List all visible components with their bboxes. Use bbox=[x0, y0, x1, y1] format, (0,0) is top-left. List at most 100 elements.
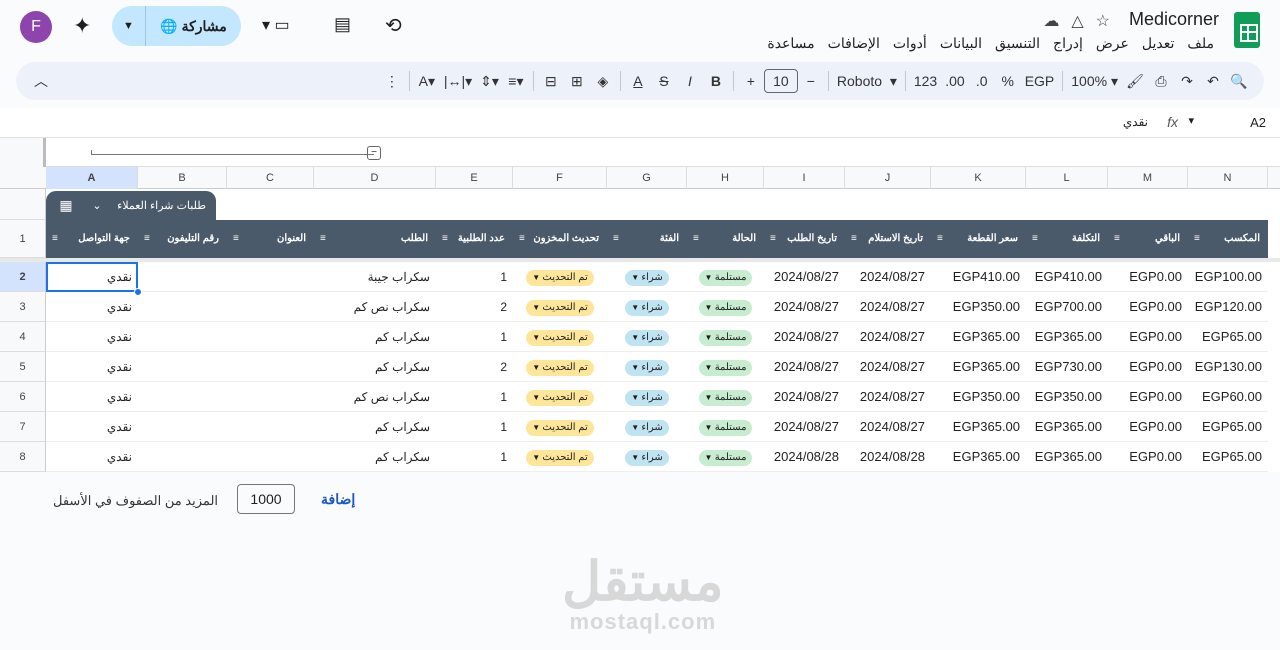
table-cell[interactable] bbox=[138, 292, 227, 322]
table-cell[interactable]: EGP365.00 bbox=[931, 322, 1026, 352]
chip-dropdown-icon[interactable]: ▼ bbox=[631, 303, 641, 312]
chip-dropdown-icon[interactable]: ▼ bbox=[631, 393, 641, 402]
font-size-decrease-icon[interactable]: − bbox=[798, 67, 824, 95]
name-box-dropdown-icon[interactable]: ▾ bbox=[1188, 114, 1194, 127]
doc-title[interactable]: Medicorner bbox=[1129, 9, 1219, 30]
table-cell[interactable]: سكراب جيبة bbox=[314, 262, 436, 292]
table-cell[interactable]: ▼ شراء bbox=[607, 292, 687, 322]
filter-icon[interactable]: ≡ bbox=[937, 233, 943, 245]
filter-icon[interactable]: ≡ bbox=[613, 233, 619, 245]
table-cell[interactable]: ▼ تم التحديث bbox=[513, 292, 607, 322]
table-cell[interactable]: 2024/08/27 bbox=[845, 352, 931, 382]
filter-icon[interactable]: ≡ bbox=[851, 233, 857, 245]
table-cell[interactable]: ▼ مستلمة bbox=[687, 322, 764, 352]
number-format-button[interactable]: 123 bbox=[910, 67, 941, 95]
table-cell[interactable]: سكراب كم bbox=[314, 412, 436, 442]
table-cell[interactable]: 2024/08/27 bbox=[764, 292, 845, 322]
table-cell[interactable]: نقدي bbox=[46, 292, 138, 322]
table-cell[interactable]: ▼ تم التحديث bbox=[513, 262, 607, 292]
table-cell[interactable]: 2024/08/27 bbox=[845, 382, 931, 412]
text-rotation-icon[interactable]: A▾ bbox=[414, 67, 440, 95]
table-cell[interactable]: ▼ شراء bbox=[607, 382, 687, 412]
table-cell[interactable]: 1 bbox=[436, 262, 513, 292]
table-cell[interactable]: ▼ مستلمة bbox=[687, 352, 764, 382]
table-cell[interactable]: ▼ تم التحديث bbox=[513, 412, 607, 442]
chip-dropdown-icon[interactable]: ▼ bbox=[631, 453, 641, 462]
table-cell[interactable]: 1 bbox=[436, 442, 513, 472]
chip-dropdown-icon[interactable]: ▼ bbox=[705, 333, 715, 342]
share-dropdown-icon[interactable]: ▼ bbox=[112, 6, 146, 46]
chip-dropdown-icon[interactable]: ▼ bbox=[631, 423, 641, 432]
table-header-cell[interactable]: ≡ تاريخ الاستلام bbox=[845, 220, 931, 258]
table-cell[interactable]: EGP65.00 bbox=[1188, 442, 1268, 472]
table-cell[interactable]: سكراب كم bbox=[314, 352, 436, 382]
percent-button[interactable]: % bbox=[995, 67, 1021, 95]
table-cell[interactable]: EGP60.00 bbox=[1188, 382, 1268, 412]
category-chip[interactable]: ▼ شراء bbox=[625, 449, 669, 466]
filter-icon[interactable]: ≡ bbox=[52, 233, 58, 245]
star-icon[interactable]: ☆ bbox=[1096, 11, 1110, 31]
category-chip[interactable]: ▼ شراء bbox=[625, 299, 669, 316]
status-chip-received[interactable]: ▼ مستلمة bbox=[698, 359, 753, 376]
table-cell[interactable]: EGP350.00 bbox=[931, 382, 1026, 412]
italic-icon[interactable]: I bbox=[677, 67, 703, 95]
chip-dropdown-icon[interactable]: ▼ bbox=[705, 363, 715, 372]
menu-item[interactable]: أدوات bbox=[893, 35, 927, 52]
status-chip-received[interactable]: ▼ مستلمة bbox=[698, 389, 753, 406]
table-cell[interactable]: EGP410.00 bbox=[1026, 262, 1108, 292]
font-size-input[interactable]: 10 bbox=[763, 69, 798, 93]
column-header-b[interactable]: B bbox=[138, 167, 227, 189]
row-header[interactable]: 8 bbox=[0, 442, 46, 472]
table-cell[interactable]: ▼ تم التحديث bbox=[513, 442, 607, 472]
share-button[interactable]: ▼ 🌐 مشاركة bbox=[112, 6, 241, 46]
chip-dropdown-icon[interactable]: ▼ bbox=[532, 333, 542, 342]
filter-icon[interactable]: ≡ bbox=[770, 233, 776, 245]
table-cell[interactable]: ▼ تم التحديث bbox=[513, 322, 607, 352]
chip-dropdown-icon[interactable]: ▼ bbox=[705, 423, 715, 432]
table-cell[interactable]: نقدي bbox=[46, 442, 138, 472]
menu-item[interactable]: عرض bbox=[1096, 35, 1129, 52]
table-cell[interactable] bbox=[138, 322, 227, 352]
table-header-cell[interactable]: ≡ جهة التواصل bbox=[46, 220, 138, 258]
meet-icon[interactable]: ▾ ▭ bbox=[262, 15, 290, 35]
filter-icon[interactable]: ≡ bbox=[1114, 233, 1120, 245]
filter-icon[interactable]: ≡ bbox=[442, 233, 448, 245]
print-icon[interactable]: ⎙ bbox=[1148, 67, 1174, 95]
table-cell[interactable]: 1 bbox=[436, 382, 513, 412]
table-header-cell[interactable]: ≡ المكسب bbox=[1188, 220, 1268, 258]
column-header-e[interactable]: E bbox=[436, 167, 513, 189]
add-rows-button[interactable]: إضافة bbox=[321, 491, 355, 508]
table-cell[interactable]: EGP365.00 bbox=[931, 352, 1026, 382]
table-cell[interactable]: ▼ شراء bbox=[607, 322, 687, 352]
table-cell[interactable]: EGP0.00 bbox=[1108, 412, 1188, 442]
menu-item[interactable]: الإضافات bbox=[828, 35, 880, 52]
table-cell[interactable]: ▼ مستلمة bbox=[687, 412, 764, 442]
chip-dropdown-icon[interactable]: ▼ bbox=[705, 303, 715, 312]
comments-icon[interactable]: ▤ bbox=[334, 14, 351, 35]
more-rows-input[interactable]: 1000 bbox=[237, 484, 295, 514]
table-cell[interactable]: ▼ مستلمة bbox=[687, 292, 764, 322]
status-chip-update[interactable]: ▼ تم التحديث bbox=[526, 299, 594, 316]
table-cell[interactable]: EGP0.00 bbox=[1108, 352, 1188, 382]
menu-item[interactable]: مساعدة bbox=[767, 35, 814, 52]
borders-icon[interactable]: ⊞ bbox=[564, 67, 590, 95]
status-chip-update[interactable]: ▼ تم التحديث bbox=[526, 359, 594, 376]
filter-icon[interactable]: ≡ bbox=[233, 233, 239, 245]
table-cell[interactable]: EGP130.00 bbox=[1188, 352, 1268, 382]
column-header-c[interactable]: C bbox=[227, 167, 314, 189]
table-cell[interactable]: سكراب نص كم bbox=[314, 292, 436, 322]
status-chip-received[interactable]: ▼ مستلمة bbox=[698, 449, 753, 466]
status-chip-received[interactable]: ▼ مستلمة bbox=[698, 299, 753, 316]
table-cell[interactable] bbox=[138, 442, 227, 472]
chip-dropdown-icon[interactable]: ▼ bbox=[705, 273, 715, 282]
table-header-cell[interactable]: ≡ تحديث المخزون bbox=[513, 220, 607, 258]
chip-dropdown-icon[interactable]: ▼ bbox=[532, 273, 542, 282]
column-header-l[interactable]: L bbox=[1026, 167, 1108, 189]
table-cell[interactable] bbox=[138, 412, 227, 442]
status-chip-update[interactable]: ▼ تم التحديث bbox=[526, 269, 594, 286]
table-cell[interactable]: نقدي bbox=[46, 412, 138, 442]
redo-icon[interactable]: ↷ bbox=[1174, 67, 1200, 95]
fill-handle[interactable] bbox=[134, 288, 142, 296]
table-header-cell[interactable]: ≡ تاريخ الطلب bbox=[764, 220, 845, 258]
table-cell[interactable]: EGP365.00 bbox=[931, 412, 1026, 442]
